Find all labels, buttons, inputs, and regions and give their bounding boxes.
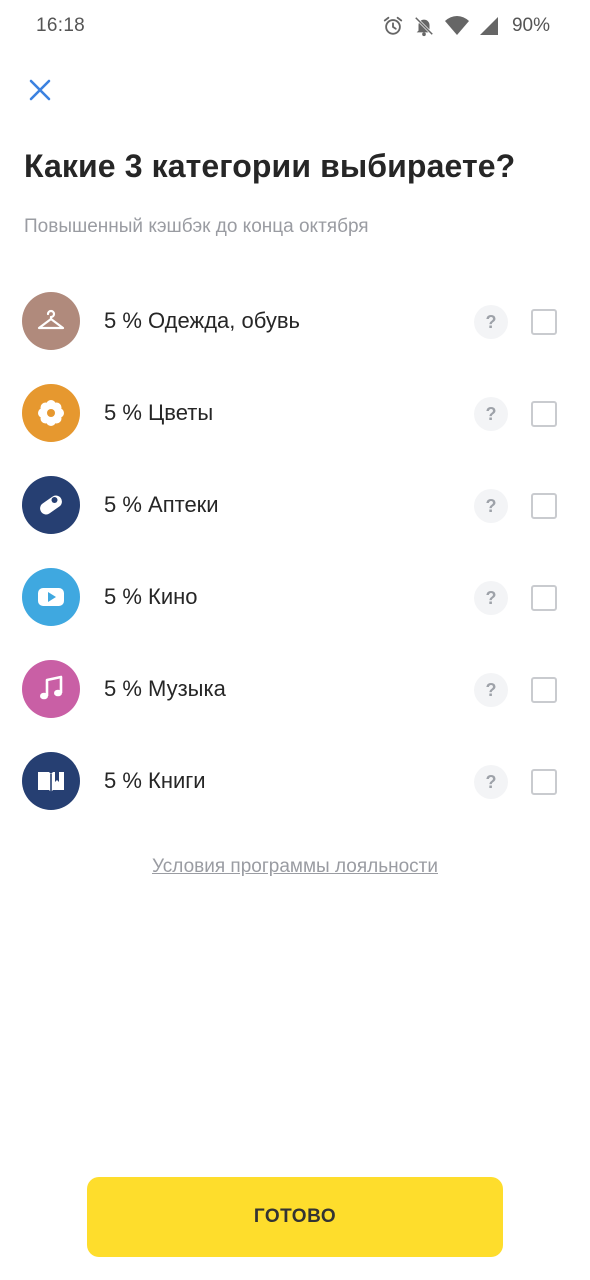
bell-off-icon xyxy=(413,15,435,37)
category-item-cinema[interactable]: 5 % Кино ? xyxy=(0,552,590,644)
category-checkbox[interactable] xyxy=(531,493,557,519)
category-label: 5 % Кино xyxy=(104,584,198,609)
category-checkbox[interactable] xyxy=(531,677,557,703)
help-button[interactable]: ? xyxy=(474,581,508,615)
pill-icon xyxy=(22,476,80,534)
book-icon xyxy=(22,752,80,810)
help-button[interactable]: ? xyxy=(474,673,508,707)
wifi-icon xyxy=(444,15,470,37)
done-button[interactable]: ГОТОВО xyxy=(87,1177,503,1257)
screen: 16:18 90% Какие 3 категории выбираете? П… xyxy=(0,0,590,1280)
close-button[interactable] xyxy=(24,76,56,108)
category-label: 5 % Аптеки xyxy=(104,492,219,517)
category-checkbox[interactable] xyxy=(531,585,557,611)
help-button[interactable]: ? xyxy=(474,489,508,523)
hanger-icon xyxy=(22,292,80,350)
category-item-clothing[interactable]: 5 % Одежда, обувь ? xyxy=(0,276,590,368)
category-item-books[interactable]: 5 % Книги ? xyxy=(0,736,590,828)
status-time: 16:18 xyxy=(36,15,86,36)
page-title: Какие 3 категории выбираете? xyxy=(24,148,516,184)
music-note-icon xyxy=(22,660,80,718)
category-list: 5 % Одежда, обувь ? 5 % Цветы ? 5 % Апте… xyxy=(0,276,590,828)
loyalty-terms-link[interactable]: Условия программы лояльности xyxy=(0,856,590,878)
play-icon xyxy=(22,568,80,626)
status-bar: 16:18 90% xyxy=(0,0,590,52)
category-checkbox[interactable] xyxy=(531,309,557,335)
help-button[interactable]: ? xyxy=(474,397,508,431)
category-label: 5 % Книги xyxy=(104,768,206,793)
alarm-icon xyxy=(382,15,404,37)
page-subtitle: Повышенный кэшбэк до конца октября xyxy=(24,216,369,237)
category-checkbox[interactable] xyxy=(531,769,557,795)
status-icons: 90% xyxy=(382,15,550,37)
category-label: 5 % Одежда, обувь xyxy=(104,308,300,333)
signal-icon xyxy=(479,16,499,36)
category-item-music[interactable]: 5 % Музыка ? xyxy=(0,644,590,736)
help-button[interactable]: ? xyxy=(474,765,508,799)
category-item-pharmacy[interactable]: 5 % Аптеки ? xyxy=(0,460,590,552)
help-button[interactable]: ? xyxy=(474,305,508,339)
category-label: 5 % Цветы xyxy=(104,400,214,425)
flower-icon xyxy=(22,384,80,442)
category-item-flowers[interactable]: 5 % Цветы ? xyxy=(0,368,590,460)
close-icon xyxy=(28,78,52,107)
battery-level: 90% xyxy=(511,15,550,36)
category-checkbox[interactable] xyxy=(531,401,557,427)
category-label: 5 % Музыка xyxy=(104,676,226,701)
